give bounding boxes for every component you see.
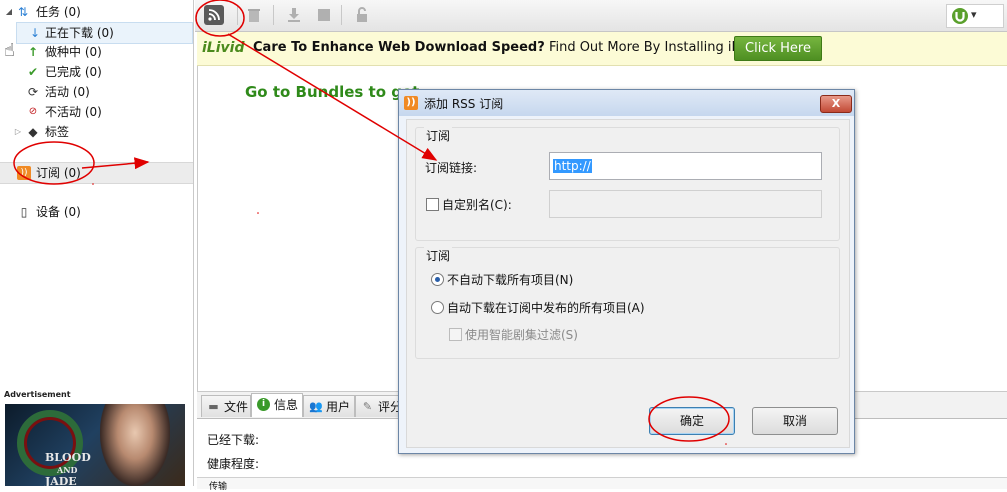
device-icon: ▯	[20, 205, 28, 219]
info-icon: i	[257, 398, 270, 411]
rating-icon: ✎	[362, 400, 373, 413]
auto-download-label: 自动下载在订阅中发布的所有项目(A)	[447, 301, 645, 315]
rss-icon	[208, 9, 220, 21]
download-group-title: 订阅	[424, 247, 453, 264]
tab-label: 用户	[326, 400, 351, 414]
hand-cursor-icon: ☝	[4, 40, 15, 61]
sidebar-item-active[interactable]: ⟳ 活动 (0)	[0, 82, 193, 102]
smart-filter-label: 使用智能剧集过滤(S)	[465, 328, 578, 342]
utorrent-menu-button[interactable]: ▾	[946, 4, 1004, 28]
custom-alias-label: 自定别名(C):	[442, 198, 512, 212]
transfer-header: 传输	[197, 477, 1007, 492]
seeding-arrow-icon: ↑	[27, 45, 39, 59]
sidebar-item-feeds[interactable]: )) 订阅 (0)	[0, 162, 193, 184]
custom-alias-input[interactable]	[549, 190, 822, 218]
refresh-icon: ⟳	[27, 85, 39, 99]
collapse-triangle-icon[interactable]: ▷	[11, 125, 25, 139]
sidebar-item-label: 任务 (0)	[36, 5, 81, 19]
toolbar-separator	[237, 5, 238, 25]
toolbar-separator	[341, 5, 342, 25]
feed-url-value: http://	[553, 159, 592, 173]
torrent-arrows-icon: ⇅	[17, 5, 29, 19]
sidebar-item-label: 做种中 (0)	[45, 45, 102, 59]
auto-download-radio[interactable]	[431, 301, 444, 314]
chevron-down-icon: ▾	[971, 8, 977, 21]
feed-url-input[interactable]: http://	[549, 152, 822, 180]
banner-subtext: Find Out More By Installing iLivid	[548, 40, 762, 55]
dialog-title: 添加 RSS 订阅	[424, 97, 504, 111]
stop-icon	[318, 9, 330, 21]
ad-title-line: BLOOD	[45, 451, 91, 464]
sidebar-item-label: 标签	[45, 125, 70, 139]
smart-filter-checkbox[interactable]	[449, 328, 462, 341]
tab-peers[interactable]: 👥 用户	[303, 395, 355, 417]
ilivid-logo: iLivid	[202, 40, 245, 56]
cancel-button[interactable]: 取消	[752, 407, 838, 435]
sidebar-item-label: 不活动 (0)	[45, 105, 102, 119]
tab-label: 文件	[224, 400, 249, 414]
sidebar-item-tasks[interactable]: ◢ ⇅ 任务 (0)	[0, 2, 193, 22]
stop-button[interactable]	[314, 5, 334, 25]
rss-icon: ))	[17, 166, 31, 180]
ad-title: Advertisement	[4, 390, 71, 399]
remove-button[interactable]	[244, 5, 264, 25]
sidebar-item-label: 正在下载 (0)	[45, 26, 114, 40]
advertisement: Advertisement BLOOD AND JADE	[0, 388, 194, 486]
click-here-button[interactable]: Click Here	[734, 36, 822, 61]
dialog-body: 订阅 订阅链接: http:// 自定别名(C): 订阅 不自动下载所有项目(N…	[406, 119, 850, 448]
download-group: 订阅 不自动下载所有项目(N) 自动下载在订阅中发布的所有项目(A) 使用智能剧…	[415, 247, 840, 359]
feed-group-title: 订阅	[424, 127, 453, 144]
feed-group: 订阅 订阅链接: http:// 自定别名(C):	[415, 127, 840, 241]
inactive-icon: ⊘	[28, 106, 38, 117]
tag-icon: ◆	[28, 125, 38, 139]
download-icon	[288, 8, 300, 22]
sidebar-item-label: 设备 (0)	[36, 205, 81, 219]
add-rss-feed-dialog: )) 添加 RSS 订阅 X 订阅 订阅链接: http:// 自定别名(C):…	[398, 89, 855, 454]
banner-text: Care To Enhance Web Download Speed? Find…	[253, 40, 762, 55]
tab-files[interactable]: ▬ 文件	[201, 395, 251, 417]
sidebar: ◢ ⇅ 任务 (0) ↓ 正在下载 (0) ↑ 做种中 (0) ✔ 已完成 (0…	[0, 0, 194, 388]
close-button[interactable]: X	[820, 95, 852, 113]
sidebar-item-inactive[interactable]: ⊘ 不活动 (0)	[0, 102, 193, 122]
sidebar-item-downloading[interactable]: ↓ 正在下载 (0)	[16, 22, 193, 44]
ad-game-title: BLOOD AND JADE	[45, 451, 91, 487]
dialog-titlebar[interactable]: )) 添加 RSS 订阅 X	[399, 90, 854, 116]
users-icon: 👥	[309, 400, 323, 413]
sidebar-item-label: 订阅 (0)	[36, 166, 81, 180]
utorrent-logo-icon	[952, 8, 968, 24]
ad-image[interactable]: BLOOD AND JADE	[5, 404, 185, 486]
toolbar-separator	[273, 5, 274, 25]
sidebar-item-label: 已完成 (0)	[45, 65, 102, 79]
ilivid-banner[interactable]: iLivid Care To Enhance Web Download Spee…	[197, 32, 1007, 66]
custom-alias-checkbox[interactable]	[426, 198, 439, 211]
ad-title-line: JADE	[45, 475, 77, 487]
trash-icon	[248, 9, 260, 22]
tab-info[interactable]: i 信息	[251, 393, 303, 417]
sidebar-item-labels[interactable]: ▷ ◆ 标签	[0, 122, 193, 142]
start-download-button[interactable]	[284, 5, 304, 25]
tab-label: 信息	[274, 398, 299, 412]
ad-character	[100, 404, 170, 486]
no-auto-download-label: 不自动下载所有项目(N)	[447, 273, 574, 287]
folder-icon: ▬	[208, 400, 219, 413]
sidebar-item-label: 活动 (0)	[45, 85, 90, 99]
downloaded-label: 已经下载:	[207, 433, 260, 447]
add-rss-feed-button[interactable]	[204, 5, 224, 25]
unlock-button[interactable]	[352, 5, 372, 25]
banner-headline: Care To Enhance Web Download Speed?	[253, 40, 545, 55]
unlock-icon	[357, 7, 367, 22]
feed-url-label: 订阅链接:	[425, 161, 478, 175]
expand-triangle-icon[interactable]: ◢	[2, 5, 16, 19]
ok-button[interactable]: 确定	[649, 407, 735, 435]
sidebar-item-devices[interactable]: ▯ 设备 (0)	[0, 202, 193, 222]
no-auto-download-radio[interactable]	[431, 273, 444, 286]
download-arrow-icon: ↓	[29, 26, 41, 40]
checkmark-icon: ✔	[27, 65, 39, 79]
sidebar-item-seeding[interactable]: ↑ 做种中 (0)	[0, 42, 193, 62]
toolbar: ▾	[195, 0, 1007, 32]
sidebar-item-completed[interactable]: ✔ 已完成 (0)	[0, 62, 193, 82]
health-label: 健康程度:	[207, 457, 260, 471]
rss-icon: ))	[404, 96, 418, 110]
